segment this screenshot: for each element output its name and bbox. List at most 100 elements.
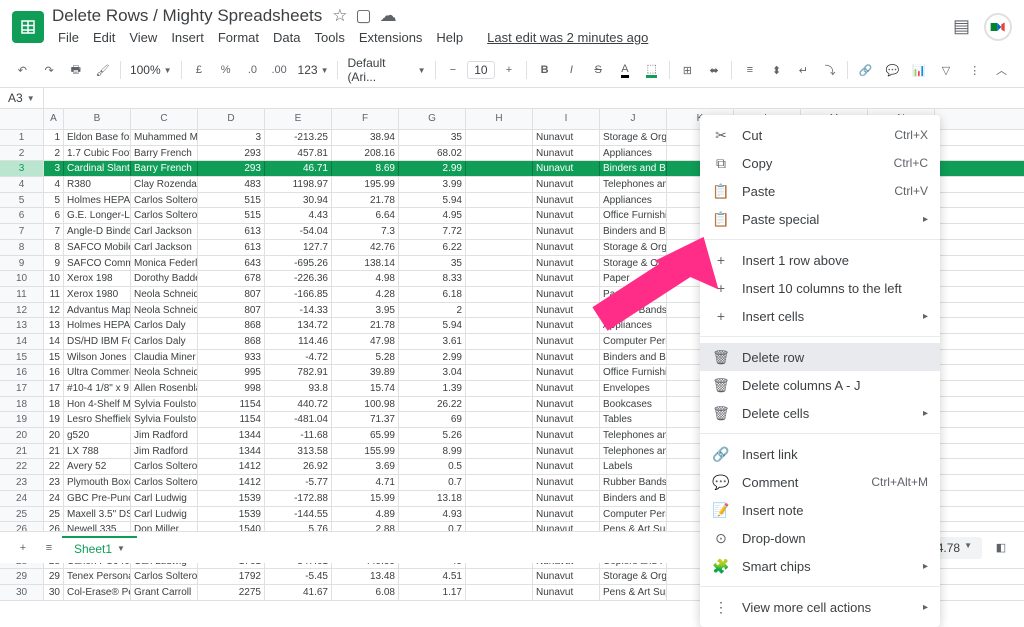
- cell[interactable]: Computer Periph: [600, 334, 667, 349]
- cell[interactable]: Nunavut: [533, 569, 600, 584]
- cell[interactable]: Avery 52: [64, 459, 131, 474]
- cell[interactable]: Wilson Jones 1": [64, 350, 131, 365]
- zoom-select[interactable]: 100%▼: [126, 63, 176, 77]
- cell[interactable]: 9: [44, 256, 64, 271]
- cell[interactable]: 8.69: [332, 161, 399, 176]
- fontsize-dec[interactable]: −: [440, 57, 465, 83]
- cell[interactable]: 46.71: [265, 161, 332, 176]
- sheets-logo[interactable]: [12, 11, 44, 43]
- cell[interactable]: 4.43: [265, 208, 332, 223]
- col-header-i[interactable]: I: [533, 109, 600, 129]
- cell[interactable]: 868: [198, 334, 265, 349]
- cell[interactable]: 23: [44, 475, 64, 490]
- cell[interactable]: 4.95: [399, 208, 466, 223]
- cell[interactable]: Office Furnishing: [600, 365, 667, 380]
- cell[interactable]: Bookcases: [600, 397, 667, 412]
- cell[interactable]: Nunavut: [533, 224, 600, 239]
- cell[interactable]: 100.98: [332, 397, 399, 412]
- cell[interactable]: 1: [44, 130, 64, 145]
- cell[interactable]: 515: [198, 208, 265, 223]
- row-header[interactable]: 22: [0, 459, 44, 474]
- cell[interactable]: 24: [44, 491, 64, 506]
- row-header[interactable]: 23: [0, 475, 44, 490]
- cell[interactable]: -144.55: [265, 507, 332, 522]
- row-header[interactable]: 12: [0, 303, 44, 318]
- sheet-tab[interactable]: Sheet1▼: [62, 536, 137, 560]
- row-header[interactable]: 4: [0, 177, 44, 192]
- row-header[interactable]: 17: [0, 381, 44, 396]
- row-header[interactable]: 2: [0, 146, 44, 161]
- cell[interactable]: Nunavut: [533, 585, 600, 600]
- col-header-e[interactable]: E: [265, 109, 332, 129]
- cell[interactable]: 65.99: [332, 428, 399, 443]
- cell[interactable]: 18: [44, 397, 64, 412]
- row-header[interactable]: 29: [0, 569, 44, 584]
- cell[interactable]: [466, 318, 533, 333]
- cell[interactable]: 8.99: [399, 444, 466, 459]
- cell[interactable]: Nunavut: [533, 271, 600, 286]
- row-header[interactable]: 1: [0, 130, 44, 145]
- cell[interactable]: 1539: [198, 491, 265, 506]
- cell[interactable]: 3: [198, 130, 265, 145]
- cell[interactable]: 6.22: [399, 240, 466, 255]
- col-header-a[interactable]: A: [44, 109, 64, 129]
- cell[interactable]: Sylvia Foulston: [131, 397, 198, 412]
- cell[interactable]: [466, 412, 533, 427]
- row-header[interactable]: 11: [0, 287, 44, 302]
- cell[interactable]: [466, 569, 533, 584]
- cell[interactable]: 3: [44, 161, 64, 176]
- cell[interactable]: 15.99: [332, 491, 399, 506]
- cell[interactable]: -213.25: [265, 130, 332, 145]
- cell[interactable]: 22: [44, 459, 64, 474]
- cell[interactable]: Paper: [600, 271, 667, 286]
- cell[interactable]: [466, 271, 533, 286]
- cell[interactable]: Nunavut: [533, 428, 600, 443]
- context-menu-item[interactable]: + Insert cells ▸: [700, 302, 940, 330]
- cell[interactable]: 71.37: [332, 412, 399, 427]
- cell[interactable]: 21: [44, 444, 64, 459]
- bold-icon[interactable]: B: [532, 57, 557, 83]
- cell[interactable]: 440.72: [265, 397, 332, 412]
- cell[interactable]: Neola Schneider: [131, 287, 198, 302]
- cell[interactable]: Cardinal Slant-D: [64, 161, 131, 176]
- cell[interactable]: Carlos Soltero: [131, 569, 198, 584]
- cell[interactable]: Plymouth Boxed: [64, 475, 131, 490]
- context-menu-item[interactable]: + Insert 10 columns to the left: [700, 274, 940, 302]
- cell[interactable]: Computer Periph: [600, 507, 667, 522]
- cell[interactable]: 47.98: [332, 334, 399, 349]
- cell[interactable]: Tenex Personal: [64, 569, 131, 584]
- decimal-inc-icon[interactable]: .00: [267, 57, 292, 83]
- cell[interactable]: 26.22: [399, 397, 466, 412]
- cell[interactable]: 613: [198, 224, 265, 239]
- cell[interactable]: Nunavut: [533, 365, 600, 380]
- cell[interactable]: 30.94: [265, 193, 332, 208]
- cell[interactable]: 6: [44, 208, 64, 223]
- context-menu-item[interactable]: 📝 Insert note: [700, 496, 940, 524]
- cell[interactable]: 114.46: [265, 334, 332, 349]
- col-header-d[interactable]: D: [198, 109, 265, 129]
- cell[interactable]: Appliances: [600, 193, 667, 208]
- cell[interactable]: Ultra Commercia: [64, 365, 131, 380]
- cell[interactable]: Labels: [600, 459, 667, 474]
- cell[interactable]: Advantus Map P: [64, 303, 131, 318]
- menu-format[interactable]: Format: [212, 28, 265, 47]
- cell[interactable]: -166.85: [265, 287, 332, 302]
- cell[interactable]: Binders and Bind: [600, 161, 667, 176]
- row-header[interactable]: 10: [0, 271, 44, 286]
- cell[interactable]: -172.88: [265, 491, 332, 506]
- row-header[interactable]: 6: [0, 208, 44, 223]
- cell[interactable]: 10: [44, 271, 64, 286]
- cell[interactable]: 1.7 Cubic Foot C: [64, 146, 131, 161]
- cell[interactable]: Nunavut: [533, 208, 600, 223]
- cell[interactable]: 457.81: [265, 146, 332, 161]
- context-menu-item[interactable]: 💬 Comment Ctrl+Alt+M: [700, 468, 940, 496]
- cell[interactable]: 2.99: [399, 161, 466, 176]
- row-header[interactable]: 25: [0, 507, 44, 522]
- cell[interactable]: 69: [399, 412, 466, 427]
- cell[interactable]: Carl Ludwig: [131, 507, 198, 522]
- cell[interactable]: 807: [198, 287, 265, 302]
- cell[interactable]: Envelopes: [600, 381, 667, 396]
- row-header[interactable]: 30: [0, 585, 44, 600]
- cell[interactable]: 15.74: [332, 381, 399, 396]
- cell[interactable]: 68.02: [399, 146, 466, 161]
